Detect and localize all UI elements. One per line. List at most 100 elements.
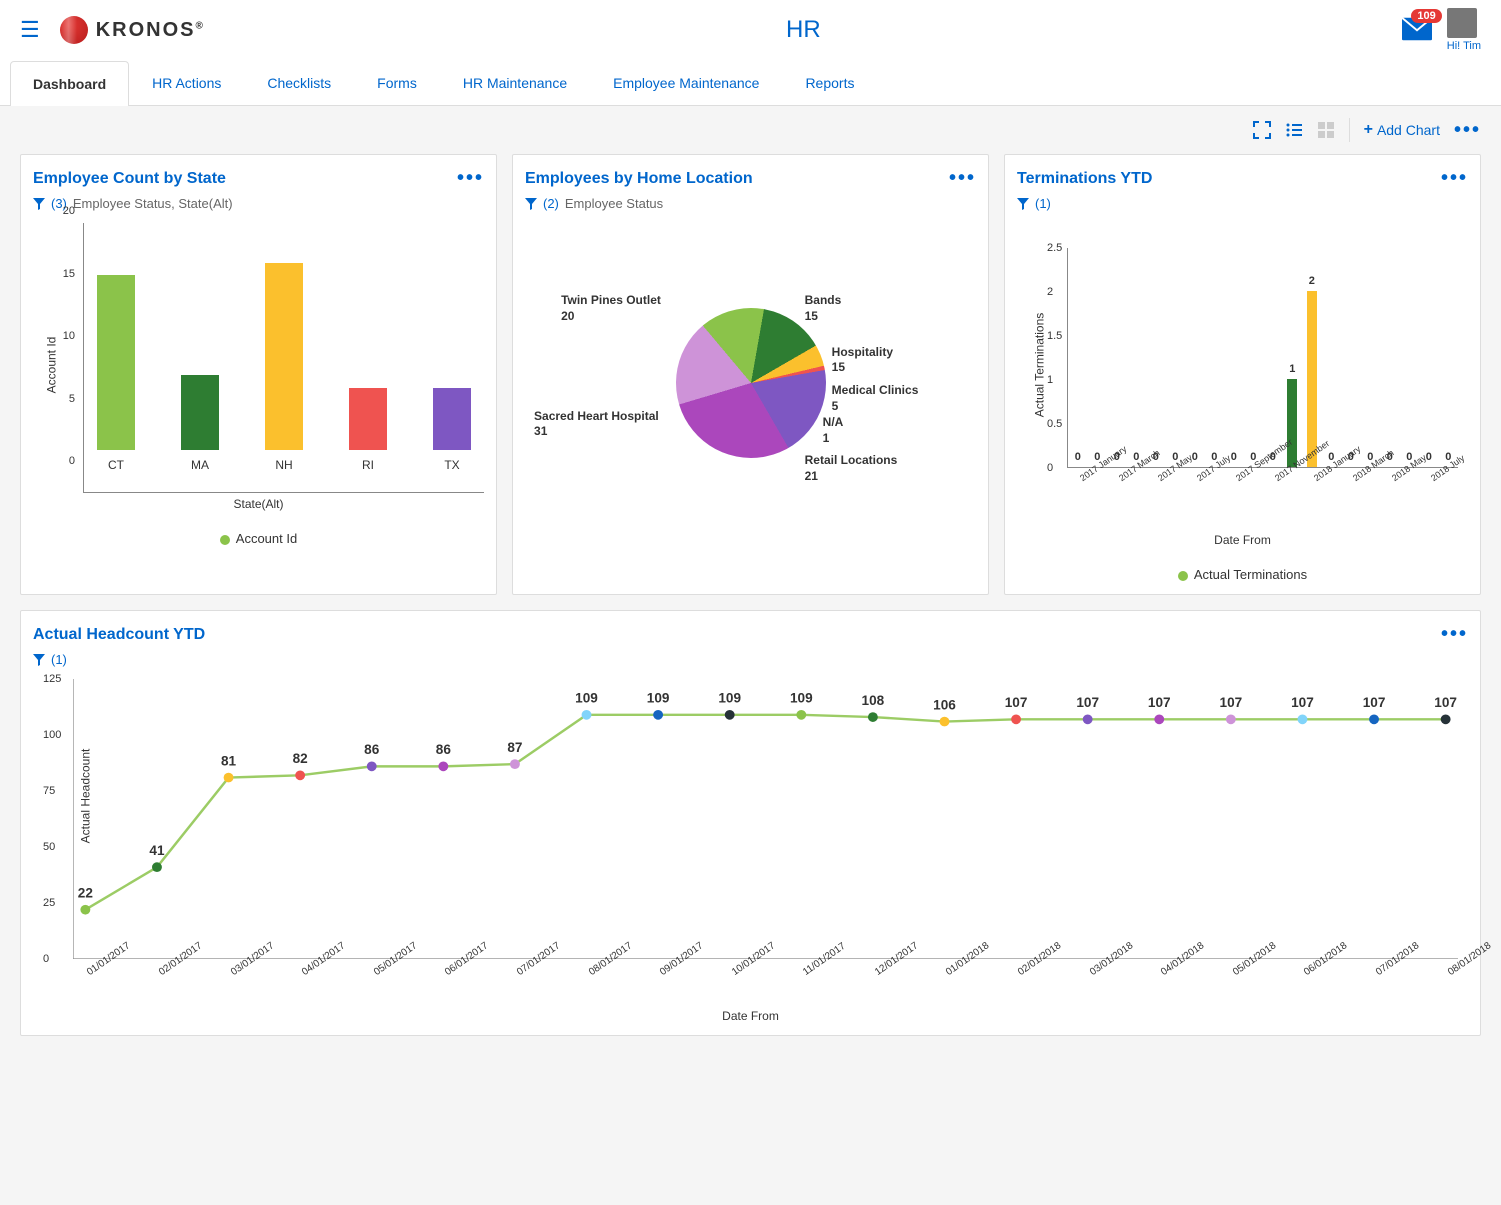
list-view-icon[interactable] bbox=[1285, 121, 1303, 139]
user-greeting: Hi! Tim bbox=[1447, 40, 1481, 52]
filter-button[interactable]: (1) bbox=[33, 652, 1468, 667]
bar-TX[interactable]: TX bbox=[433, 388, 471, 473]
data-label: 0 bbox=[1075, 451, 1081, 463]
bar[interactable] bbox=[1307, 291, 1317, 467]
svg-text:86: 86 bbox=[436, 742, 452, 757]
svg-text:107: 107 bbox=[1291, 695, 1314, 710]
data-point[interactable] bbox=[152, 862, 162, 872]
pie-label: N/A1 bbox=[823, 415, 844, 446]
notification-badge: 109 bbox=[1411, 9, 1441, 23]
bar-NH[interactable]: NH bbox=[265, 263, 303, 473]
data-point[interactable] bbox=[1298, 714, 1308, 724]
data-point[interactable] bbox=[1441, 714, 1451, 724]
svg-text:87: 87 bbox=[507, 740, 522, 755]
bar-CT[interactable]: CT bbox=[97, 275, 135, 472]
y-axis-label: Account Id bbox=[44, 337, 58, 394]
filter-button[interactable]: (2) Employee Status bbox=[525, 196, 976, 211]
toolbar-divider bbox=[1349, 118, 1350, 142]
menu-icon[interactable]: ☰ bbox=[20, 17, 40, 43]
svg-text:107: 107 bbox=[1220, 695, 1243, 710]
pie-label: Medical Clinics5 bbox=[832, 383, 919, 414]
x-axis-label: Date From bbox=[33, 1009, 1468, 1023]
data-point[interactable] bbox=[868, 712, 878, 722]
data-point[interactable] bbox=[796, 710, 806, 720]
svg-text:108: 108 bbox=[862, 693, 885, 708]
svg-text:82: 82 bbox=[293, 751, 308, 766]
legend: Actual Terminations bbox=[1017, 567, 1468, 582]
dashboard-toolbar: + Add Chart ••• bbox=[0, 106, 1501, 154]
data-point[interactable] bbox=[725, 710, 735, 720]
svg-text:109: 109 bbox=[790, 691, 813, 706]
pie-label: Retail Locations21 bbox=[805, 453, 898, 484]
card-more-icon[interactable]: ••• bbox=[457, 167, 484, 190]
data-point[interactable] bbox=[1369, 714, 1379, 724]
page-title: HR bbox=[205, 16, 1402, 44]
data-point[interactable] bbox=[1154, 714, 1164, 724]
svg-text:109: 109 bbox=[647, 691, 670, 706]
data-label: 2 bbox=[1309, 275, 1315, 287]
svg-text:107: 107 bbox=[1005, 695, 1028, 710]
card-more-icon[interactable]: ••• bbox=[949, 167, 976, 190]
data-point[interactable] bbox=[295, 770, 305, 780]
filter-icon bbox=[33, 654, 45, 666]
data-point[interactable] bbox=[367, 761, 377, 771]
card-more-icon[interactable]: ••• bbox=[1441, 623, 1468, 646]
tab-dashboard[interactable]: Dashboard bbox=[10, 61, 129, 106]
filter-icon bbox=[33, 198, 45, 210]
y-axis-label: Actual Headcount bbox=[78, 749, 92, 844]
data-point[interactable] bbox=[1011, 714, 1021, 724]
data-point[interactable] bbox=[80, 905, 90, 915]
tab-reports[interactable]: Reports bbox=[782, 60, 877, 105]
data-point[interactable] bbox=[510, 759, 520, 769]
pie-label: Twin Pines Outlet20 bbox=[561, 293, 661, 324]
card-actual-headcount-ytd: Actual Headcount YTD ••• (1) Actual Head… bbox=[20, 610, 1481, 1036]
card-more-icon[interactable]: ••• bbox=[1441, 167, 1468, 190]
tab-hr-maintenance[interactable]: HR Maintenance bbox=[440, 60, 590, 105]
user-menu[interactable]: Hi! Tim bbox=[1447, 8, 1481, 52]
toolbar-more-icon[interactable]: ••• bbox=[1454, 119, 1481, 142]
pie-chart: Bands15 Hospitality15 Medical Clinics5N/A1… bbox=[525, 223, 976, 543]
bar-RI[interactable]: RI bbox=[349, 388, 387, 473]
filter-button[interactable]: (3) Employee Status, State(Alt) bbox=[33, 196, 484, 211]
card-terminations-ytd: Terminations YTD ••• (1) Actual Terminat… bbox=[1004, 154, 1481, 595]
dashboard-grid: Employee Count by State ••• (3) Employee… bbox=[0, 154, 1501, 1056]
data-point[interactable] bbox=[1226, 714, 1236, 724]
data-point[interactable] bbox=[653, 710, 663, 720]
pie-label: Hospitality15 bbox=[832, 345, 893, 376]
data-point[interactable] bbox=[940, 717, 950, 727]
card-title: Employees by Home Location bbox=[525, 170, 753, 188]
logo[interactable]: KRONOS® bbox=[60, 16, 205, 44]
add-chart-button[interactable]: + Add Chart bbox=[1364, 121, 1440, 139]
tab-employee-maintenance[interactable]: Employee Maintenance bbox=[590, 60, 782, 105]
svg-text:41: 41 bbox=[149, 843, 165, 858]
filter-icon bbox=[1017, 198, 1029, 210]
data-point[interactable] bbox=[438, 761, 448, 771]
pie-label: Bands15 bbox=[805, 293, 842, 324]
card-title: Employee Count by State bbox=[33, 170, 226, 188]
card-employee-count-by-state: Employee Count by State ••• (3) Employee… bbox=[20, 154, 497, 595]
nav-tabs: DashboardHR ActionsChecklistsFormsHR Mai… bbox=[0, 60, 1501, 106]
card-title: Terminations YTD bbox=[1017, 170, 1152, 188]
bar-chart: Account Id 05101520 CTMANHRITX State(Alt… bbox=[33, 223, 484, 511]
data-point[interactable] bbox=[582, 710, 592, 720]
notifications-button[interactable]: 109 bbox=[1402, 17, 1432, 44]
bar[interactable] bbox=[1287, 379, 1297, 467]
svg-text:107: 107 bbox=[1363, 695, 1386, 710]
x-axis-label: State(Alt) bbox=[33, 497, 484, 511]
filter-button[interactable]: (1) bbox=[1017, 196, 1468, 211]
tab-hr-actions[interactable]: HR Actions bbox=[129, 60, 244, 105]
app-header: ☰ KRONOS® HR 109 Hi! Tim bbox=[0, 0, 1501, 60]
svg-text:109: 109 bbox=[575, 691, 598, 706]
data-point[interactable] bbox=[1083, 714, 1093, 724]
svg-text:107: 107 bbox=[1434, 695, 1457, 710]
tab-checklists[interactable]: Checklists bbox=[244, 60, 354, 105]
card-employees-by-home-location: Employees by Home Location ••• (2) Emplo… bbox=[512, 154, 989, 595]
tab-forms[interactable]: Forms bbox=[354, 60, 440, 105]
svg-text:81: 81 bbox=[221, 753, 237, 768]
svg-text:22: 22 bbox=[78, 886, 93, 901]
svg-text:106: 106 bbox=[933, 697, 956, 712]
grid-view-icon[interactable] bbox=[1317, 121, 1335, 139]
bar-MA[interactable]: MA bbox=[181, 375, 219, 472]
expand-icon[interactable] bbox=[1253, 121, 1271, 139]
data-point[interactable] bbox=[224, 773, 234, 783]
